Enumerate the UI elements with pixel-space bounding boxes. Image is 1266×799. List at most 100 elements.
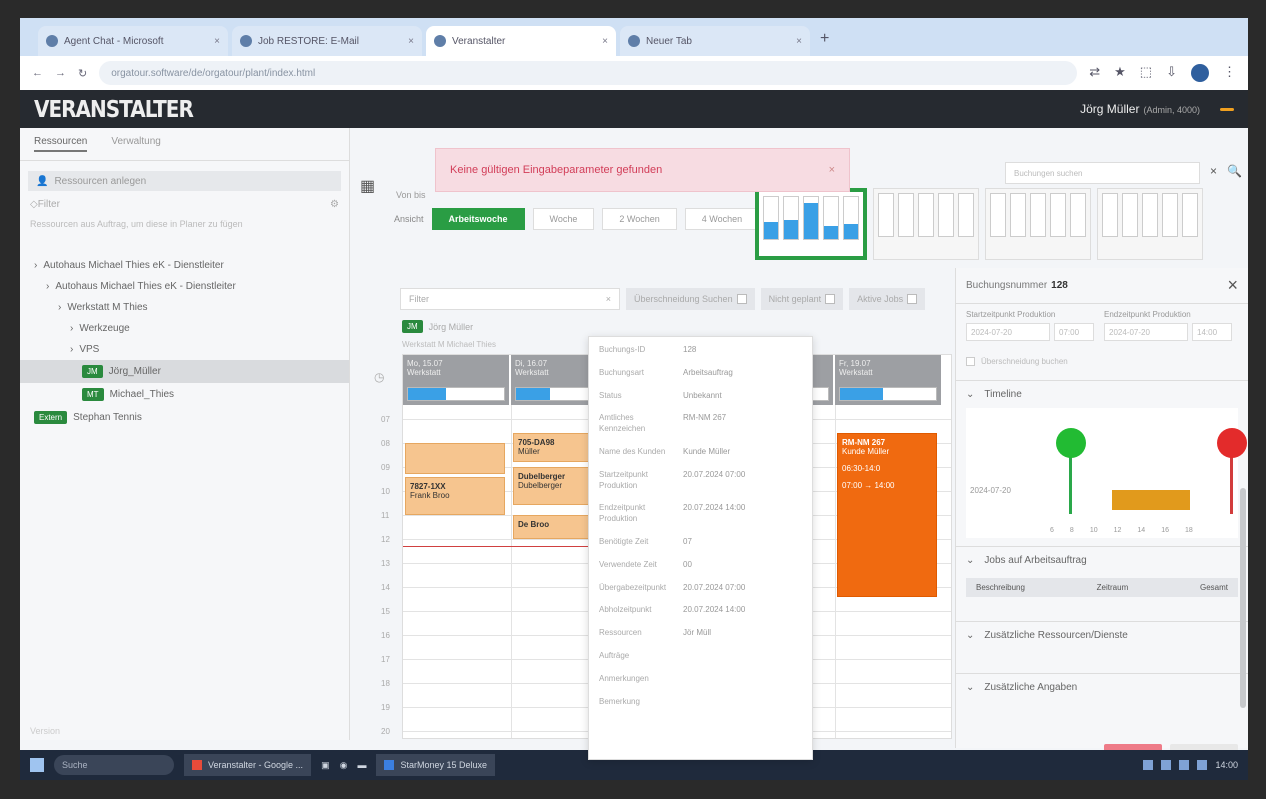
clear-search-icon[interactable]: × xyxy=(1210,164,1217,178)
col-gesamt[interactable]: Gesamt xyxy=(1200,583,1228,592)
clear-icon[interactable]: × xyxy=(606,294,611,304)
chevron-right-icon[interactable]: › xyxy=(58,302,61,313)
calendar-icon[interactable]: ▦ xyxy=(360,176,375,196)
chevron-right-icon[interactable]: › xyxy=(46,281,49,292)
planner-search-input[interactable]: Filter × xyxy=(400,288,620,310)
translate-icon[interactable]: ⇄ xyxy=(1089,64,1100,82)
tree-node-label: VPS xyxy=(79,343,100,355)
start-date-input[interactable]: 2024-07-20 xyxy=(966,323,1050,341)
tree-node[interactable]: › Autohaus Michael Thies eK - Dienstleite… xyxy=(20,255,349,276)
reload-icon[interactable]: ↻ xyxy=(78,67,87,80)
user-name[interactable]: Jörg Müller (Admin, 4000) xyxy=(1080,102,1200,116)
check-ueberschneidung[interactable]: Überschneidung Suchen xyxy=(626,288,755,310)
close-tab-icon[interactable]: × xyxy=(408,36,414,47)
col-zeitraum[interactable]: Zeitraum xyxy=(1097,583,1129,592)
tree-node[interactable]: › Autohaus Michael Thies eK - Dienstleite… xyxy=(20,276,349,297)
extra-resources-section[interactable]: ⌄ Zusätzliche Ressourcen/Dienste xyxy=(956,621,1248,649)
tree-node[interactable]: › Werkzeuge xyxy=(20,318,349,339)
browser-tab-4[interactable]: Neuer Tab × xyxy=(620,26,810,56)
booking-event[interactable]: 7827-1XX Frank Broo xyxy=(405,476,505,515)
tray-icon[interactable] xyxy=(1161,760,1172,770)
tree-node[interactable]: MT Michael_Thies xyxy=(20,383,349,406)
range-4-wochen[interactable]: 4 Wochen xyxy=(684,208,760,230)
profile-avatar[interactable] xyxy=(1191,64,1209,82)
back-icon[interactable]: ← xyxy=(32,67,43,79)
day-label: Mo, 15.07 xyxy=(407,359,443,368)
checkbox[interactable] xyxy=(966,357,975,366)
range-woche[interactable]: Woche xyxy=(532,208,595,230)
timeline-section-header[interactable]: ⌄ Timeline xyxy=(956,380,1248,408)
capacity-week-2[interactable] xyxy=(873,188,979,260)
detail-scrollbar[interactable] xyxy=(1240,488,1246,708)
taskbar-app-browser[interactable]: Veranstalter - Google ... xyxy=(184,754,312,776)
tray-icon[interactable] xyxy=(1143,760,1154,770)
jobs-section-header[interactable]: ⌄ Jobs auf Arbeitsauftrag xyxy=(956,546,1248,574)
booking-search-input[interactable]: Buchungen suchen xyxy=(1005,162,1200,184)
end-time-input[interactable]: 14:00 xyxy=(1192,323,1232,341)
tray-icon[interactable] xyxy=(1197,760,1208,770)
close-tab-icon[interactable]: × xyxy=(214,36,220,47)
extensions-icon[interactable]: ⬚ xyxy=(1140,64,1152,82)
edge-icon[interactable]: ◉ xyxy=(340,760,348,771)
browser-tab-1[interactable]: Agent Chat - Microsoft × xyxy=(38,26,228,56)
new-tab-icon[interactable]: + xyxy=(820,30,829,48)
bookmark-star-icon[interactable]: ★ xyxy=(1114,64,1126,82)
overlap-check[interactable]: Überschneidung buchen xyxy=(956,351,1248,372)
close-icon[interactable]: × xyxy=(1227,275,1238,296)
extra-info-section[interactable]: ⌄ Zusätzliche Angaben xyxy=(956,673,1248,701)
download-icon[interactable]: ⇩ xyxy=(1166,64,1177,82)
browser-tab-2[interactable]: Job RESTORE: E-Mail × xyxy=(232,26,422,56)
day-header[interactable]: Mo, 15.07 Werkstatt xyxy=(403,355,509,405)
tooltip-row: Verwendete Zeit 00 xyxy=(599,560,802,571)
gear-icon[interactable]: ⚙ xyxy=(330,199,339,210)
menu-dots-icon[interactable]: ⋮ xyxy=(1223,64,1236,82)
capacity-week-current[interactable] xyxy=(755,188,867,260)
timeline-tick: 14 xyxy=(1137,527,1146,534)
checkbox[interactable] xyxy=(736,294,747,304)
tree-node[interactable]: › VPS xyxy=(20,339,349,360)
end-date-input[interactable]: 2024-07-20 xyxy=(1104,323,1188,341)
search-icon[interactable]: 🔍 xyxy=(1227,164,1242,178)
toast-close-icon[interactable]: × xyxy=(829,164,835,176)
range-arbeitswoche[interactable]: Arbeitswoche xyxy=(431,208,525,230)
windows-start-icon[interactable] xyxy=(30,758,44,772)
resource-selector[interactable]: JM Jörg Müller xyxy=(402,320,473,333)
taskbar-app-starmoney[interactable]: StarMoney 15 Deluxe xyxy=(376,754,495,776)
explorer-icon[interactable]: ▣ xyxy=(321,760,330,771)
tray-icon[interactable] xyxy=(1179,760,1190,770)
start-time-input[interactable]: 07:00 xyxy=(1054,323,1094,341)
folder-icon[interactable]: ▬ xyxy=(357,760,366,770)
capacity-overview xyxy=(755,188,1203,260)
chevron-right-icon[interactable]: › xyxy=(34,260,37,271)
menu-icon[interactable] xyxy=(1220,107,1234,111)
tree-header[interactable]: 👤 Ressourcen anlegen xyxy=(28,171,341,191)
check-aktive-jobs[interactable]: Aktive Jobs xyxy=(849,288,926,310)
day-header[interactable]: Fr, 19.07 Werkstatt xyxy=(835,355,941,405)
forward-icon[interactable]: → xyxy=(55,67,66,79)
tree-filter[interactable]: ◇ Filter ⚙ xyxy=(30,199,339,210)
col-beschreibung[interactable]: Beschreibung xyxy=(976,583,1025,592)
chevron-right-icon[interactable]: › xyxy=(70,344,73,355)
range-2-wochen[interactable]: 2 Wochen xyxy=(602,208,677,230)
close-tab-icon[interactable]: × xyxy=(602,36,608,47)
tab-verwaltung[interactable]: Verwaltung xyxy=(111,136,160,152)
day-load-bar xyxy=(839,387,937,401)
booking-event[interactable] xyxy=(405,443,505,475)
capacity-week-4[interactable] xyxy=(1097,188,1203,260)
tree-node[interactable]: Extern Stephan Tennis xyxy=(20,406,349,429)
checkbox[interactable] xyxy=(825,294,836,304)
check-nicht-geplant[interactable]: Nicht geplant xyxy=(760,288,844,310)
tree-node[interactable]: JM Jörg_Müller xyxy=(20,359,349,383)
taskbar-search[interactable]: Suche xyxy=(54,755,174,775)
chevron-right-icon[interactable]: › xyxy=(70,323,73,334)
top-icons: × 🔍 xyxy=(1210,164,1242,178)
tree-node[interactable]: › Werkstatt M Thies xyxy=(20,297,349,318)
tab-ressourcen[interactable]: Ressourcen xyxy=(34,136,88,152)
booking-event[interactable]: RM-NM 267 Kunde Müller 06:30-14:0 07:00 → 1… xyxy=(837,433,937,597)
close-tab-icon[interactable]: × xyxy=(796,36,802,47)
jobs-table-header: Beschreibung Zeitraum Gesamt xyxy=(966,578,1238,597)
checkbox[interactable] xyxy=(907,294,918,304)
url-input[interactable]: orgatour.software/de/orgatour/plant/inde… xyxy=(99,61,1078,85)
capacity-week-3[interactable] xyxy=(985,188,1091,260)
browser-tab-3[interactable]: Veranstalter × xyxy=(426,26,616,56)
